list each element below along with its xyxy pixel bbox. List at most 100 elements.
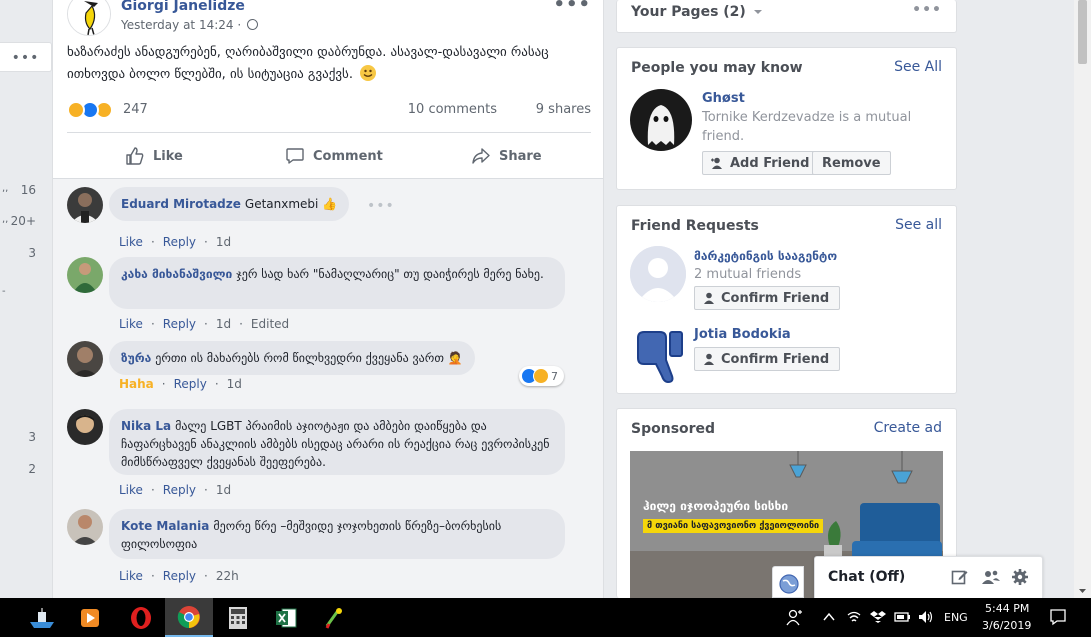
comment-reactions[interactable]: 7 [519,366,564,386]
scroll-down-arrow-icon[interactable] [1074,586,1091,596]
commenter-name[interactable]: კახა მიხანაშვილი [121,267,232,281]
comment-reply-link[interactable]: Reply [163,483,196,497]
smile-emoji-icon [360,65,377,81]
taskbar-app-calculator[interactable] [214,598,262,637]
scrollbar-thumb[interactable] [1078,0,1087,64]
comments-count-link[interactable]: 10 comments [408,102,497,117]
chevron-up-icon[interactable] [822,610,836,624]
taskbar-app-paint[interactable] [311,598,359,637]
gutter-count[interactable]: 20+ [0,214,36,228]
comment-menu-button[interactable]: ••• [367,198,395,214]
comment-bubble: ზურა ერთი ის მახარებს რომ წილხვედრი ქვეყა… [109,341,475,375]
request-mutual-friends[interactable]: 2 mutual friends [694,265,801,284]
comment-like-link[interactable]: Like [119,569,143,583]
your-pages-menu[interactable]: ••• [912,2,942,18]
comment-reply-link[interactable]: Reply [163,569,196,583]
gutter-count[interactable]: 2 [0,462,36,476]
confirm-friend-button[interactable]: Confirm Friend [694,347,841,371]
gear-icon[interactable] [1011,568,1029,586]
volume-icon[interactable] [918,609,934,625]
request-name[interactable]: მარკეტინგის სააგენტო [694,249,837,263]
suggested-person-name[interactable]: Ghøst [702,91,745,106]
gutter-count[interactable]: 3 [0,246,36,260]
notification-center-icon[interactable] [1049,608,1067,626]
commenter-avatar[interactable] [67,257,103,293]
comment-reply-link[interactable]: Reply [174,377,207,391]
haha-reaction-icon[interactable] [67,101,85,119]
clock-time[interactable]: 5:44 PM [985,602,1029,615]
chat-bar[interactable]: Chat (Off) [814,556,1043,598]
battery-icon[interactable] [894,610,912,624]
author-avatar[interactable] [67,0,111,36]
add-friend-button[interactable]: Add Friend [702,151,821,175]
share-label: Share [499,148,542,164]
pymk-see-all-link[interactable]: See All [894,59,942,75]
post-author-name[interactable]: Giorgi Janelidze [121,0,245,14]
comment-time[interactable]: 1d [216,483,231,497]
commenter-name[interactable]: Kote Malania [121,519,209,533]
request-avatar[interactable] [630,324,686,384]
chat-status-label[interactable]: Chat (Off) [828,569,905,585]
taskbar-app-media[interactable] [66,598,114,637]
new-message-icon[interactable] [951,568,969,586]
your-pages-title[interactable]: Your Pages (2) [631,4,763,20]
like-button[interactable]: Like [125,141,183,171]
comment-like-link[interactable]: Like [119,235,143,249]
taskbar-app-ship[interactable] [18,598,66,637]
request-name[interactable]: Jotia Bodokia [694,327,791,342]
commenter-name[interactable]: Nika La [121,419,171,433]
taskbar-app-opera[interactable] [117,598,165,637]
wifi-icon[interactable] [846,610,862,624]
page-scrollbar[interactable] [1074,0,1091,598]
comment-haha-link[interactable]: Haha [119,377,154,391]
comment-time[interactable]: 1d [227,377,242,391]
comment-time[interactable]: 1d [216,235,231,249]
thumbs-up-icon [126,147,144,165]
share-button[interactable]: Share [471,141,542,171]
chat-globe-button[interactable] [772,566,804,598]
comment-edited-label[interactable]: Edited [251,317,289,331]
comment-like-link[interactable]: Like [119,483,143,497]
taskbar-app-excel[interactable] [262,598,310,637]
commenter-avatar[interactable] [67,509,103,545]
left-menu-button[interactable]: ••• [0,42,52,72]
remove-label: Remove [822,155,881,171]
create-group-icon[interactable] [981,568,1001,586]
gutter-count[interactable]: 3 [0,430,36,444]
gutter-count[interactable]: 16 [0,183,36,197]
post-time-text[interactable]: Yesterday at 14:24 · [121,18,241,32]
dropbox-icon[interactable] [870,609,886,625]
post-menu-button[interactable]: ••• [553,0,591,15]
remove-button[interactable]: Remove [812,151,891,175]
commenter-avatar[interactable] [67,409,103,445]
confirm-friend-button[interactable]: Confirm Friend [694,286,841,310]
commenter-name[interactable]: Eduard Mirotadze [121,197,241,211]
comment-bubble: კახა მიხანაშვილი ჯერ სად ხარ "ნამაღლარიც"… [109,257,565,309]
comment-time[interactable]: 22h [216,569,239,583]
commenter-name[interactable]: ზურა [121,351,151,365]
comment-text: მალე LGBT პრაიმის აჯიოტაჟი და ამბები დაი… [121,419,550,469]
comment-actions: Like · Reply · 22h [119,569,239,583]
taskbar-app-chrome[interactable] [165,598,213,637]
friend-requests-see-all-link[interactable]: See all [895,217,942,233]
comment-reply-link[interactable]: Reply [163,317,196,331]
share-arrow-icon [472,148,490,164]
post-timestamp[interactable]: Yesterday at 14:24 · [121,18,259,32]
excel-icon [276,608,297,627]
request-avatar[interactable] [630,246,686,302]
comment-like-link[interactable]: Like [119,317,143,331]
input-language[interactable]: ENG [944,611,968,624]
commenter-avatar[interactable] [67,187,103,223]
comment-time[interactable]: 1d [216,317,231,331]
clock-date[interactable]: 3/6/2019 [982,619,1031,632]
commenter-avatar[interactable] [67,341,103,377]
people-icon[interactable] [786,608,804,626]
shares-count-link[interactable]: 9 shares [536,102,591,117]
comment-bubble-icon [286,148,304,164]
post-card: Giorgi Janelidze Yesterday at 14:24 · ••… [52,0,604,598]
create-ad-link[interactable]: Create ad [874,420,942,436]
suggested-person-avatar[interactable] [630,89,692,151]
comment-button[interactable]: Comment [285,141,383,171]
reaction-count[interactable]: 247 [123,102,148,117]
comment-reply-link[interactable]: Reply [163,235,196,249]
